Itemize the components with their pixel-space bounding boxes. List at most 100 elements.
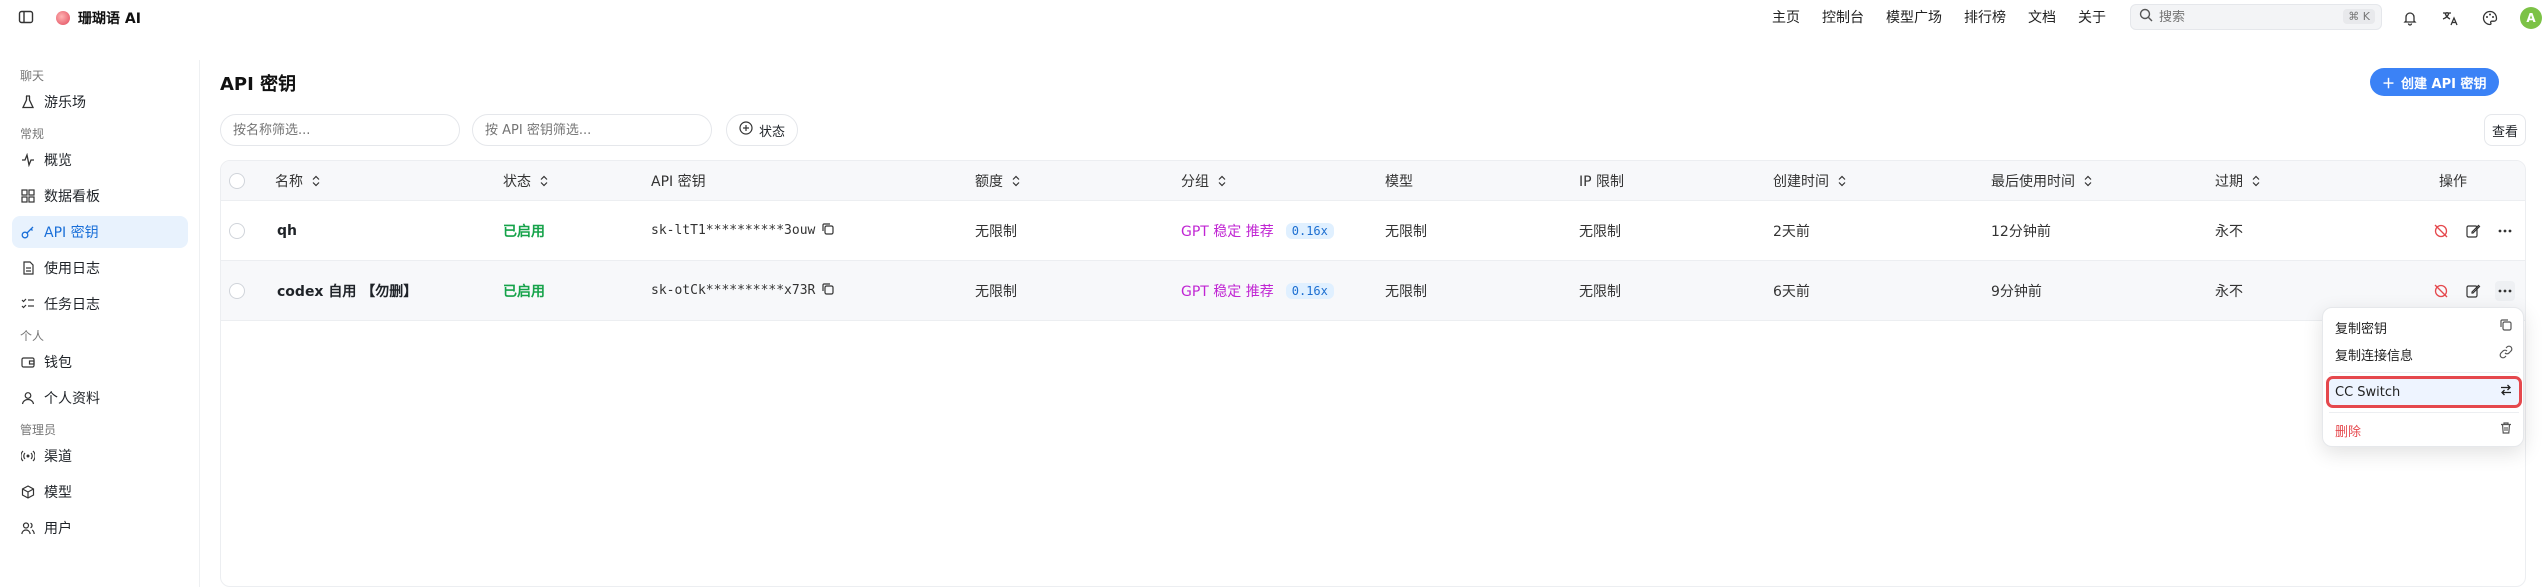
- api-key-cell: sk-ltT1**********3ouw: [651, 201, 835, 260]
- sidebar-item-wallet[interactable]: 钱包: [12, 346, 188, 378]
- menu-item-delete[interactable]: 删除: [2329, 417, 2519, 443]
- col-header-created[interactable]: 创建时间: [1773, 161, 1847, 200]
- copy-icon[interactable]: [821, 282, 835, 300]
- palette-icon[interactable]: [2480, 8, 2500, 28]
- sort-icon[interactable]: [1217, 175, 1227, 187]
- sort-icon[interactable]: [1011, 175, 1021, 187]
- cube-icon: [20, 484, 36, 500]
- sidebar-item-label: 个人资料: [44, 391, 100, 407]
- nav-about[interactable]: 关于: [2078, 7, 2106, 27]
- sidebar-item-label: 数据看板: [44, 189, 100, 205]
- log-icon: [20, 260, 36, 276]
- status-badge: 已启用: [503, 223, 545, 240]
- sidebar-item-label: 使用日志: [44, 261, 100, 277]
- quota-value: 无限制: [975, 223, 1017, 240]
- search-input[interactable]: [2159, 9, 2339, 25]
- more-icon[interactable]: [2495, 280, 2515, 301]
- sidebar: 聊天 游乐场 常规 概览 数据看板 API 密钥 使用日志 任务日志 个人 钱包…: [0, 60, 200, 587]
- create-api-key-button[interactable]: ＋ 创建 API 密钥: [2370, 68, 2499, 96]
- bell-icon[interactable]: [2400, 8, 2420, 28]
- task-list-icon: [20, 296, 36, 312]
- radio-icon: [20, 448, 36, 464]
- edit-icon[interactable]: [2463, 281, 2483, 301]
- sidebar-item-dashboard[interactable]: 数据看板: [12, 180, 188, 212]
- sort-icon[interactable]: [2083, 175, 2093, 187]
- sort-icon[interactable]: [1837, 175, 1847, 187]
- key-filter-input[interactable]: [472, 114, 712, 146]
- expires-value: 永不: [2215, 223, 2243, 240]
- link-icon: [2499, 345, 2513, 363]
- copy-icon: [2499, 318, 2513, 336]
- row-checkbox[interactable]: [229, 261, 245, 320]
- quota-value: 无限制: [975, 283, 1017, 300]
- avatar[interactable]: A: [2520, 7, 2542, 29]
- sidebar-item-models[interactable]: 模型: [12, 476, 188, 508]
- menu-item-cc-switch[interactable]: CC Switch: [2326, 376, 2522, 408]
- sidebar-item-api-keys[interactable]: API 密钥: [12, 216, 188, 248]
- col-header-actions: 操作: [2439, 161, 2467, 200]
- brand[interactable]: 珊瑚语 AI: [56, 8, 141, 28]
- switch-arrows-icon: [2499, 383, 2513, 401]
- menu-item-copy-connection[interactable]: 复制连接信息: [2329, 341, 2519, 367]
- row-actions-menu: 复制密钥 复制连接信息 CC Switch 删除: [2322, 307, 2524, 447]
- menu-divider: [2329, 372, 2519, 373]
- nav-leaderboard[interactable]: 排行榜: [1964, 7, 2006, 27]
- sidebar-item-users[interactable]: 用户: [12, 512, 188, 544]
- name-filter-input[interactable]: [220, 114, 460, 146]
- ratio-badge: 0.16x: [1285, 282, 1334, 299]
- sidebar-item-usage-logs[interactable]: 使用日志: [12, 252, 188, 284]
- expires-value: 永不: [2215, 283, 2243, 300]
- row-actions: [2431, 201, 2515, 260]
- nav-home[interactable]: 主页: [1772, 7, 1800, 27]
- col-header-label: IP 限制: [1579, 173, 1625, 190]
- nav-model-plaza[interactable]: 模型广场: [1886, 7, 1942, 27]
- group-cell: GPT 稳定 推荐 0.16x: [1181, 201, 1334, 260]
- nav-docs[interactable]: 文档: [2028, 7, 2056, 27]
- copy-icon[interactable]: [821, 222, 835, 240]
- col-header-name[interactable]: 名称: [275, 161, 321, 200]
- col-header-status[interactable]: 状态: [503, 161, 549, 200]
- sidebar-toggle-icon[interactable]: [18, 9, 34, 25]
- search-box[interactable]: ⌘ K: [2130, 4, 2382, 30]
- col-header-label: 过期: [2215, 173, 2243, 190]
- sort-icon[interactable]: [539, 175, 549, 187]
- sidebar-group-chat: 聊天: [20, 69, 45, 83]
- api-key-value: sk-ltT1**********3ouw: [651, 223, 816, 238]
- table-header: 名称 状态 API 密钥 额度 分组 模型 IP 限制 创建时间 最后使用时间 …: [221, 161, 2525, 201]
- nav-console[interactable]: 控制台: [1822, 7, 1864, 27]
- sidebar-item-profile[interactable]: 个人资料: [12, 382, 188, 414]
- sidebar-item-overview[interactable]: 概览: [12, 144, 188, 176]
- sidebar-item-label: API 密钥: [44, 225, 99, 241]
- sort-icon[interactable]: [2251, 175, 2261, 187]
- row-checkbox[interactable]: [229, 201, 245, 260]
- col-header-expires[interactable]: 过期: [2215, 161, 2261, 200]
- col-header-quota[interactable]: 额度: [975, 161, 1021, 200]
- sidebar-item-label: 任务日志: [44, 297, 100, 313]
- edit-icon[interactable]: [2463, 221, 2483, 241]
- sidebar-item-label: 概览: [44, 153, 72, 169]
- view-button[interactable]: 查看: [2484, 114, 2526, 146]
- sidebar-item-playground[interactable]: 游乐场: [12, 86, 188, 118]
- key-name: codex 自用 【勿删】: [277, 283, 418, 300]
- sort-icon[interactable]: [311, 175, 321, 187]
- col-header-group[interactable]: 分组: [1181, 161, 1227, 200]
- group-cell: GPT 稳定 推荐 0.16x: [1181, 261, 1334, 320]
- select-all-checkbox[interactable]: [229, 161, 245, 200]
- more-icon[interactable]: [2495, 221, 2515, 241]
- sidebar-item-channels[interactable]: 渠道: [12, 440, 188, 472]
- disable-icon[interactable]: [2431, 221, 2451, 241]
- sidebar-item-task-logs[interactable]: 任务日志: [12, 288, 188, 320]
- plus-circle-icon: [739, 121, 753, 139]
- translate-icon[interactable]: [2440, 8, 2460, 28]
- sidebar-item-label: 用户: [44, 521, 72, 537]
- status-filter-button[interactable]: 状态: [726, 114, 799, 146]
- page-title: API 密钥: [220, 74, 297, 95]
- col-header-last-used[interactable]: 最后使用时间: [1991, 161, 2093, 200]
- top-nav: 主页 控制台 模型广场 排行榜 文档 关于: [1772, 0, 2128, 34]
- sidebar-group-admin: 管理员: [20, 423, 57, 437]
- created-time: 2天前: [1773, 223, 1810, 240]
- disable-icon[interactable]: [2431, 281, 2451, 301]
- menu-item-copy-key[interactable]: 复制密钥: [2329, 314, 2519, 340]
- wallet-icon: [20, 354, 36, 370]
- top-icons: A: [2400, 7, 2542, 29]
